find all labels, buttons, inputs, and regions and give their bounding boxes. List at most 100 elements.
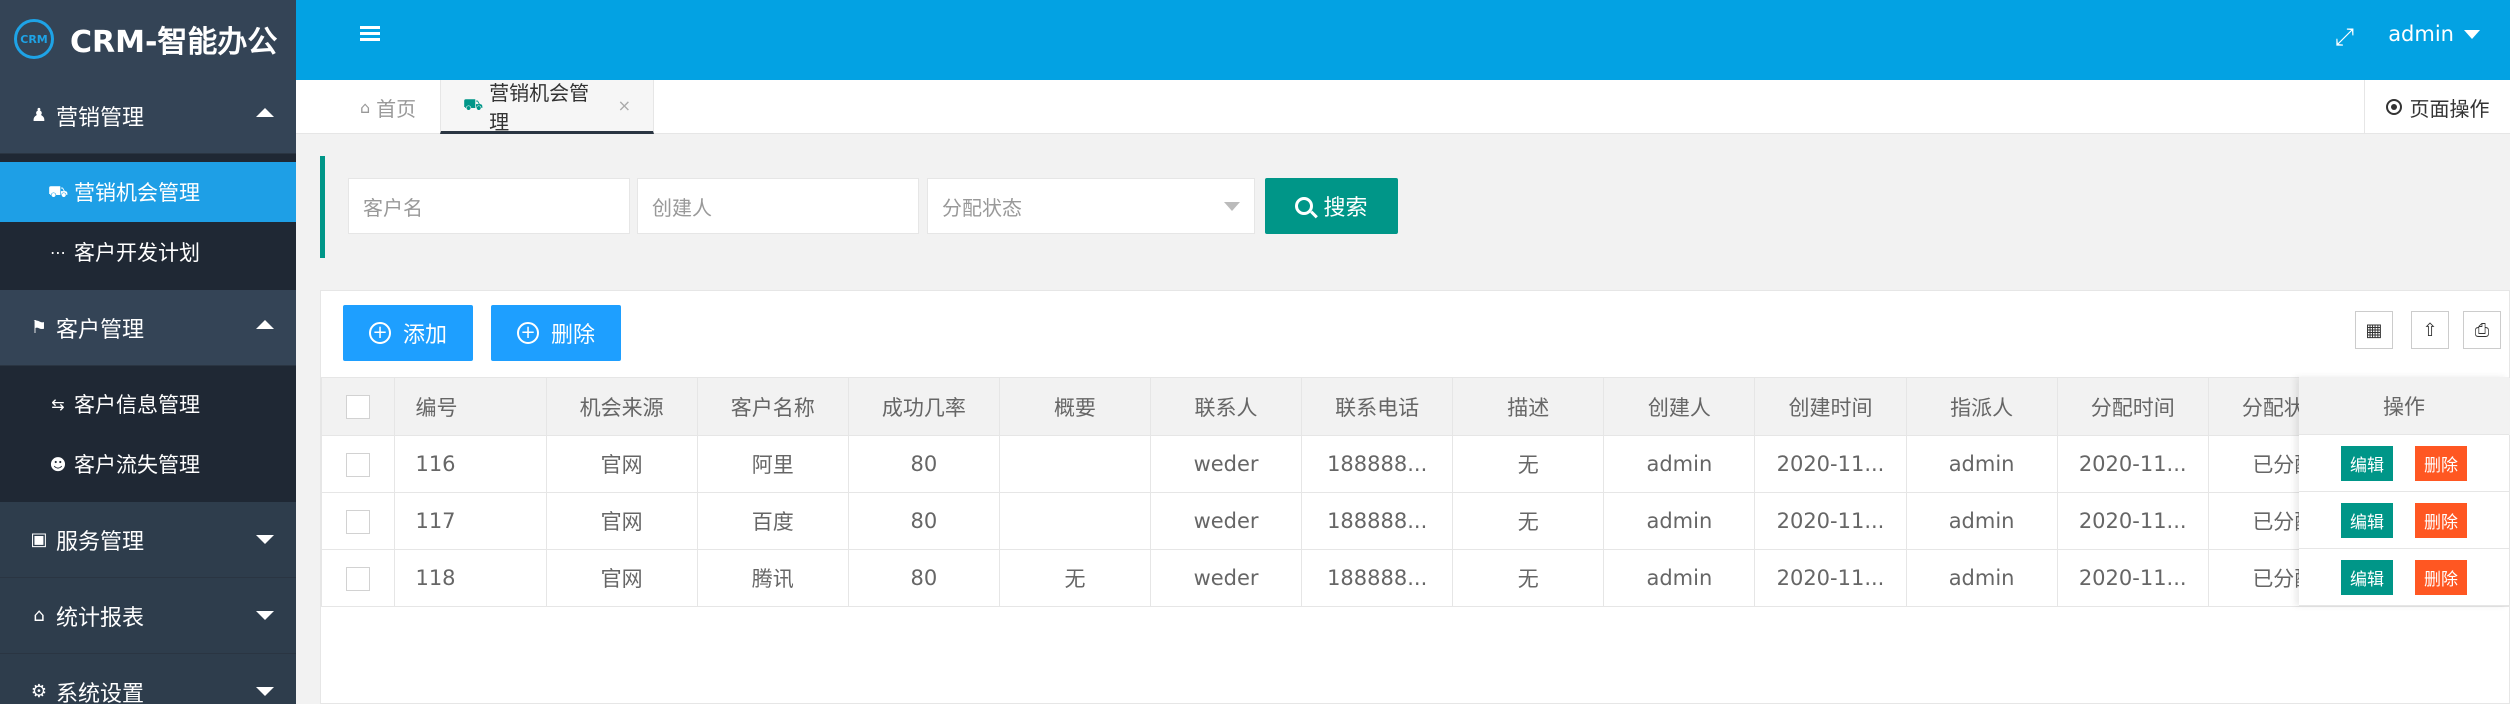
column-header[interactable]: 联系人 (1149, 377, 1303, 436)
row-select-cell[interactable] (320, 492, 396, 550)
creator-input[interactable]: 创建人 (637, 178, 919, 234)
add-button[interactable]: + 添加 (343, 305, 474, 361)
menu-toggle-icon[interactable] (360, 26, 380, 44)
cell-desc: 无 (1452, 549, 1605, 607)
tab-home[interactable]: ⌂ 首页 (338, 80, 438, 134)
cell-creator: admin (1603, 492, 1756, 550)
opportunity-table: 编号 机会来源 客户名称 成功几率 概要 联系人 联系电话 描述 创建人 创建时… (320, 377, 2510, 607)
close-icon[interactable]: × (618, 96, 631, 115)
cell-atime: 2020-11... (2056, 492, 2209, 550)
cell-summary (998, 435, 1152, 493)
sidebar-group-settings[interactable]: ⚙ 系统设置 (0, 654, 296, 704)
cell-phone: 188888... (1301, 549, 1454, 607)
remove-button[interactable]: 删除 (2415, 502, 2467, 538)
export-icon[interactable]: ⇧ (2411, 311, 2449, 349)
car-icon: ⛟ (48, 181, 69, 201)
tab-opportunity[interactable]: ⛟ 营销机会管理 × (440, 80, 654, 134)
tab-label: 首页 (376, 96, 417, 121)
sidebar-group-label: 系统设置 (56, 681, 145, 704)
edit-button[interactable]: 编辑 (2341, 502, 2393, 538)
exchange-icon: ⇆ (51, 394, 65, 414)
page-operations-button[interactable]: 页面操作 (2364, 80, 2510, 134)
column-header[interactable]: 描述 (1452, 377, 1605, 436)
edit-button[interactable]: 编辑 (2341, 445, 2393, 481)
ellipsis-icon: ⋯ (50, 242, 66, 262)
table-row[interactable]: 117 官网 百度 80 weder 188888... 无 admin 202… (320, 492, 2510, 550)
column-header[interactable]: 概要 (998, 377, 1152, 436)
row-select-cell[interactable] (320, 435, 396, 493)
cell-id: 117 (394, 492, 547, 550)
row-checkbox[interactable] (346, 509, 371, 534)
table-row[interactable]: 118 官网 腾讯 80 无 weder 188888... 无 admin 2… (320, 549, 2510, 607)
cell-atime: 2020-11... (2056, 549, 2209, 607)
sidebar: CRM CRM-智能办公 ♟ 营销管理 ⛟ 营销机会管理 ⋯ 客户开发计划 ⚑ … (0, 0, 296, 704)
search-button[interactable]: 搜索 (1265, 178, 1398, 234)
remove-button[interactable]: 删除 (2415, 445, 2467, 481)
sidebar-group-customer[interactable]: ⚑ 客户管理 (0, 290, 296, 366)
remove-button[interactable]: 删除 (2415, 559, 2467, 595)
cell-source: 官网 (545, 492, 698, 550)
action-column: 操作 编辑 删除 编辑 删除 编辑 删除 (2299, 377, 2509, 606)
delete-button[interactable]: + 删除 (491, 305, 622, 361)
car-icon: ⛟ (463, 95, 484, 114)
sidebar-group-service[interactable]: ▣ 服务管理 (0, 502, 296, 578)
row-checkbox[interactable] (346, 452, 371, 477)
sidebar-item-label: 营销机会管理 (74, 181, 200, 205)
chevron-down-icon (256, 687, 274, 696)
crm-logo-icon: CRM (14, 19, 54, 59)
edit-button[interactable]: 编辑 (2341, 559, 2393, 595)
column-header[interactable]: 创建人 (1603, 377, 1756, 436)
table-row[interactable]: 116 官网 阿里 80 weder 188888... 无 admin 202… (320, 435, 2510, 493)
search-panel: 客户名 创建人 分配状态 搜索 (320, 156, 2510, 258)
column-header[interactable]: 客户名称 (696, 377, 849, 436)
cell-name: 阿里 (696, 435, 849, 493)
sidebar-group-label: 客户管理 (56, 317, 145, 343)
column-header[interactable]: 分配时间 (2056, 377, 2209, 436)
column-header[interactable]: 联系电话 (1301, 377, 1454, 436)
cell-phone: 188888... (1301, 435, 1454, 493)
cell-summary: 无 (998, 549, 1152, 607)
select-all-cell[interactable] (320, 377, 396, 436)
select-all-checkbox[interactable] (346, 395, 371, 419)
cell-rate: 80 (847, 549, 1000, 607)
sidebar-item-customer-loss[interactable]: ☻ 客户流失管理 (0, 434, 296, 494)
user-stamp-icon: ♟ (30, 105, 48, 126)
cell-summary (998, 492, 1152, 550)
app-title: CRM-智能办公 (70, 25, 278, 60)
logo[interactable]: CRM CRM-智能办公 (0, 0, 296, 78)
column-header[interactable]: 创建时间 (1754, 377, 1907, 436)
cell-ctime: 2020-11... (1754, 492, 1907, 550)
sidebar-item-opportunity[interactable]: ⛟ 营销机会管理 (0, 162, 296, 222)
sidebar-item-customer-info[interactable]: ⇆ 客户信息管理 (0, 374, 296, 434)
column-header[interactable]: 编号 (394, 377, 547, 436)
target-icon (2385, 99, 2402, 115)
print-icon[interactable]: ⎙ (2463, 311, 2501, 349)
column-header[interactable]: 指派人 (1905, 377, 2058, 436)
column-header[interactable]: 成功几率 (847, 377, 1000, 436)
cell-atime: 2020-11... (2056, 435, 2209, 493)
action-row: 编辑 删除 (2299, 549, 2509, 606)
fullscreen-icon[interactable]: ⤢ (2335, 23, 2354, 51)
cell-rate: 80 (847, 492, 1000, 550)
table-panel: + 添加 + 删除 ▦ ⇧ ⎙ 编号 机会来源 客户名称 成功几率 概要 联系人… (320, 290, 2510, 704)
action-row: 编辑 删除 (2299, 492, 2509, 549)
row-checkbox[interactable] (346, 566, 371, 591)
sidebar-group-reports[interactable]: ⌂ 统计报表 (0, 578, 296, 654)
cell-contact: weder (1149, 435, 1303, 493)
sidebar-submenu-marketing: ⛟ 营销机会管理 ⋯ 客户开发计划 (0, 154, 296, 290)
chevron-down-icon (256, 535, 274, 544)
cell-contact: weder (1149, 549, 1303, 607)
cell-creator: admin (1603, 549, 1756, 607)
cell-creator: admin (1603, 435, 1756, 493)
columns-filter-icon[interactable]: ▦ (2355, 311, 2393, 349)
home-icon: ⌂ (360, 97, 371, 117)
sidebar-item-dev-plan[interactable]: ⋯ 客户开发计划 (0, 222, 296, 282)
cell-phone: 188888... (1301, 492, 1454, 550)
user-menu[interactable]: admin (2388, 22, 2480, 46)
status-select[interactable]: 分配状态 (927, 178, 1255, 234)
top-header: ⤢ admin (296, 0, 2510, 80)
sidebar-group-marketing[interactable]: ♟ 营销管理 (0, 78, 296, 154)
row-select-cell[interactable] (320, 549, 396, 607)
column-header[interactable]: 机会来源 (545, 377, 698, 436)
customer-name-input[interactable]: 客户名 (348, 178, 630, 234)
